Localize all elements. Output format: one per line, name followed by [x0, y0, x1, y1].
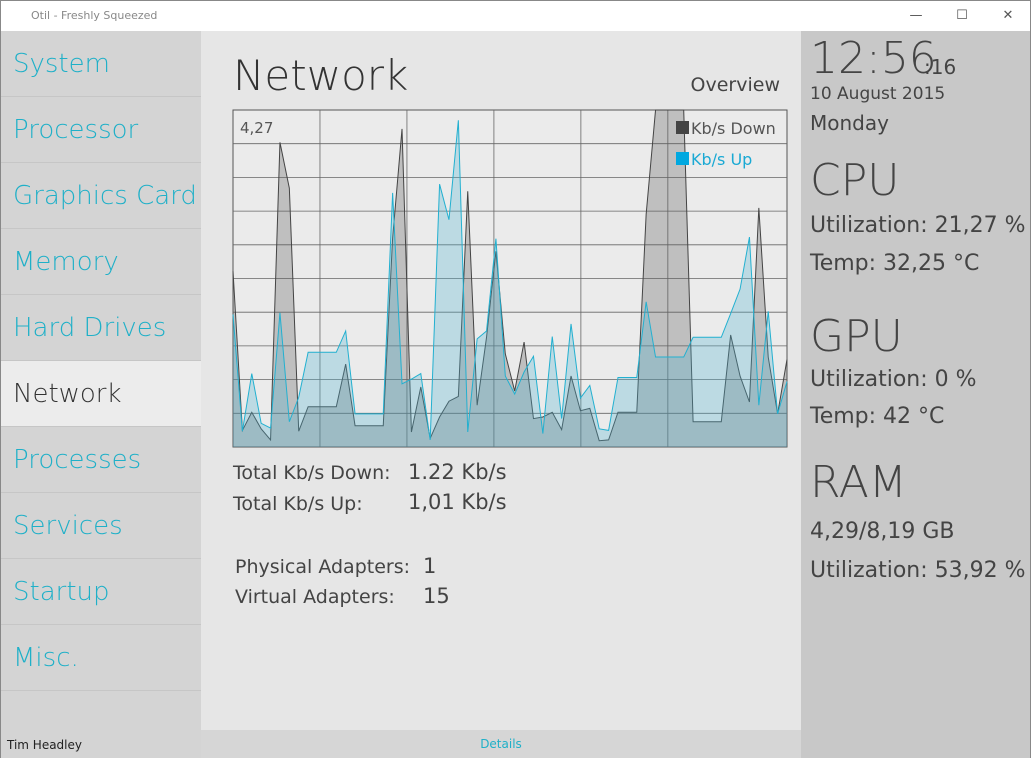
ram-usage: 4,29/8,19 GB	[810, 519, 955, 544]
sidebar: System Processor Graphics Card Memory Ha…	[0, 31, 201, 758]
gpu-title: GPU	[810, 311, 903, 362]
sidebar-item-processor[interactable]: Processor	[1, 97, 201, 163]
details-button[interactable]: Details	[201, 730, 801, 758]
maximize-button[interactable]: ☐	[947, 5, 977, 27]
sidebar-item-hard-drives[interactable]: Hard Drives	[1, 295, 201, 361]
status-panel: 12:56 :16 10 August 2015 Monday CPU Util…	[801, 31, 1031, 758]
user-name: Tim Headley	[7, 738, 82, 752]
cpu-temp: Temp: 32,25 °C	[810, 251, 980, 276]
page-title: Network	[233, 51, 409, 100]
title-bar: Otil - Freshly Squeezed — ☐ ✕	[0, 0, 1031, 31]
ram-utilization: Utilization: 53,92 %	[810, 558, 1026, 583]
network-chart: 4,27 Kb/s Down Kb/s Up	[232, 109, 788, 448]
legend-label: Kb/s Down	[691, 119, 776, 138]
sidebar-item-processes[interactable]: Processes	[1, 427, 201, 493]
main-content: Network Overview 4,27 Kb/s Down Kb/s Up To…	[201, 31, 801, 758]
gpu-utilization: Utilization: 0 %	[810, 367, 977, 392]
cpu-utilization: Utilization: 21,27 %	[810, 213, 1026, 238]
sidebar-item-graphics-card[interactable]: Graphics Card	[1, 163, 201, 229]
minimize-button[interactable]: —	[901, 5, 931, 27]
close-button[interactable]: ✕	[993, 5, 1023, 27]
clock-time: 12:56	[810, 33, 937, 84]
gpu-temp: Temp: 42 °C	[810, 404, 945, 429]
sidebar-item-system[interactable]: System	[1, 31, 201, 97]
physical-adapters-value: 1	[423, 554, 437, 578]
ram-title: RAM	[810, 457, 907, 508]
sidebar-item-services[interactable]: Services	[1, 493, 201, 559]
up-label: Total Kb/s Up:	[233, 493, 363, 515]
up-value: 1,01 Kb/s	[408, 490, 507, 514]
down-label: Total Kb/s Down:	[233, 462, 391, 484]
down-value: 1.22 Kb/s	[408, 460, 507, 484]
physical-adapters-label: Physical Adapters:	[235, 556, 411, 578]
date: 10 August 2015	[810, 84, 946, 104]
virtual-adapters-label: Virtual Adapters:	[235, 586, 395, 608]
legend-swatch	[676, 152, 689, 165]
sidebar-item-memory[interactable]: Memory	[1, 229, 201, 295]
clock-seconds: :16	[924, 55, 957, 79]
window-title: Otil - Freshly Squeezed	[31, 9, 158, 22]
sidebar-item-misc[interactable]: Misc.	[1, 625, 201, 691]
sidebar-item-startup[interactable]: Startup	[1, 559, 201, 625]
sidebar-item-network[interactable]: Network	[1, 361, 201, 427]
view-label[interactable]: Overview	[691, 74, 780, 96]
max-value-label: 4,27	[240, 119, 273, 137]
legend-label: Kb/s Up	[691, 150, 752, 169]
weekday: Monday	[810, 111, 889, 135]
legend-swatch	[676, 121, 689, 134]
cpu-title: CPU	[810, 155, 900, 206]
virtual-adapters-value: 15	[423, 584, 450, 608]
